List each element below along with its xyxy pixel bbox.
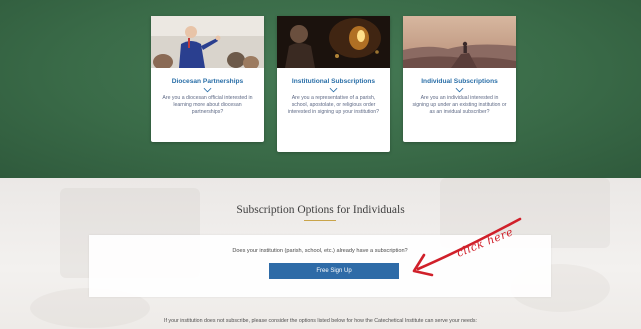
candle-photo	[277, 16, 390, 68]
speaker-photo	[151, 16, 264, 68]
title-divider	[304, 220, 336, 222]
hero-banner: Diocesan Partnerships Are you a diocesan…	[0, 0, 641, 178]
card-diocesan-partnerships[interactable]: Diocesan Partnerships Are you a diocesan…	[151, 16, 264, 142]
card-description: Are you an individual interested in sign…	[412, 94, 507, 115]
card-description: Are you a diocesan official interested i…	[162, 94, 253, 115]
card-title: Individual Subscriptions	[421, 78, 498, 85]
free-sign-up-button[interactable]: Free Sign Up	[269, 263, 399, 279]
card-description: Are you a representative of a parish, sc…	[287, 94, 380, 115]
card-institutional-subscriptions[interactable]: Institutional Subscriptions Are you a re…	[277, 16, 390, 152]
subscription-section: Subscription Options for Individuals Doe…	[0, 178, 641, 329]
options-footnote: If your institution does not subscribe, …	[164, 318, 477, 324]
mountain-photo	[403, 16, 516, 68]
card-individual-subscriptions[interactable]: Individual Subscriptions Are you an indi…	[403, 16, 516, 142]
card-title: Institutional Subscriptions	[291, 78, 376, 85]
section-title: Subscription Options for Individuals	[236, 204, 405, 216]
card-title: Diocesan Partnerships	[171, 78, 244, 85]
